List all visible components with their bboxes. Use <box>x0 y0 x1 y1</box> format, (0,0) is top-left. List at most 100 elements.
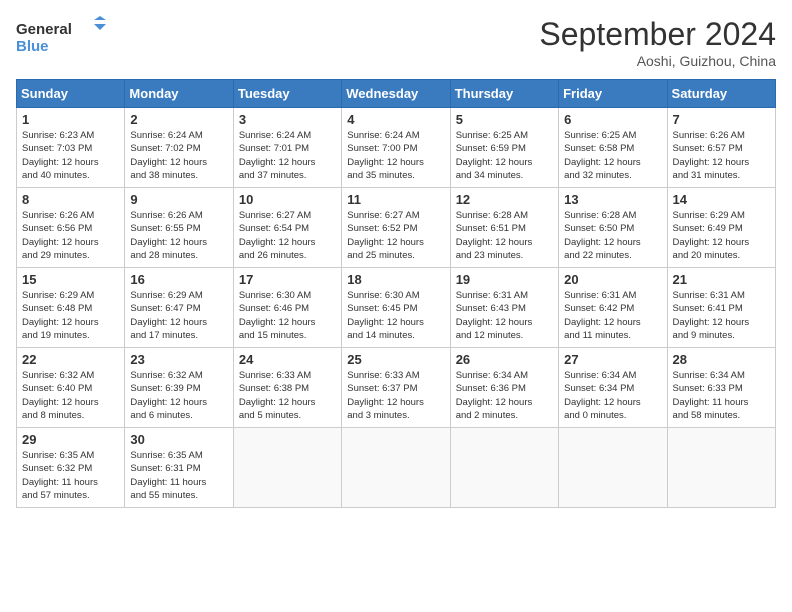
day-info: Sunrise: 6:25 AMSunset: 6:58 PMDaylight:… <box>564 129 661 182</box>
day-cell: 5 Sunrise: 6:25 AMSunset: 6:59 PMDayligh… <box>450 108 558 188</box>
col-header-monday: Monday <box>125 80 233 108</box>
day-info: Sunrise: 6:28 AMSunset: 6:51 PMDaylight:… <box>456 209 553 262</box>
day-number: 15 <box>22 272 119 287</box>
day-cell: 26 Sunrise: 6:34 AMSunset: 6:36 PMDaylig… <box>450 348 558 428</box>
day-number: 7 <box>673 112 770 127</box>
day-number: 5 <box>456 112 553 127</box>
day-cell: 1 Sunrise: 6:23 AMSunset: 7:03 PMDayligh… <box>17 108 125 188</box>
day-info: Sunrise: 6:29 AMSunset: 6:47 PMDaylight:… <box>130 289 227 342</box>
day-number: 2 <box>130 112 227 127</box>
day-info: Sunrise: 6:23 AMSunset: 7:03 PMDaylight:… <box>22 129 119 182</box>
day-number: 29 <box>22 432 119 447</box>
day-cell <box>559 428 667 508</box>
day-cell: 2 Sunrise: 6:24 AMSunset: 7:02 PMDayligh… <box>125 108 233 188</box>
day-info: Sunrise: 6:25 AMSunset: 6:59 PMDaylight:… <box>456 129 553 182</box>
logo: General Blue <box>16 16 106 58</box>
day-number: 22 <box>22 352 119 367</box>
day-cell: 20 Sunrise: 6:31 AMSunset: 6:42 PMDaylig… <box>559 268 667 348</box>
day-info: Sunrise: 6:30 AMSunset: 6:46 PMDaylight:… <box>239 289 336 342</box>
day-info: Sunrise: 6:26 AMSunset: 6:57 PMDaylight:… <box>673 129 770 182</box>
day-number: 26 <box>456 352 553 367</box>
day-cell: 21 Sunrise: 6:31 AMSunset: 6:41 PMDaylig… <box>667 268 775 348</box>
day-number: 28 <box>673 352 770 367</box>
page-header: General Blue September 2024 Aoshi, Guizh… <box>16 16 776 69</box>
day-number: 4 <box>347 112 444 127</box>
day-cell <box>342 428 450 508</box>
week-row-4: 22 Sunrise: 6:32 AMSunset: 6:40 PMDaylig… <box>17 348 776 428</box>
day-cell <box>450 428 558 508</box>
calendar-table: SundayMondayTuesdayWednesdayThursdayFrid… <box>16 79 776 508</box>
day-number: 21 <box>673 272 770 287</box>
day-cell: 11 Sunrise: 6:27 AMSunset: 6:52 PMDaylig… <box>342 188 450 268</box>
day-number: 27 <box>564 352 661 367</box>
day-cell: 13 Sunrise: 6:28 AMSunset: 6:50 PMDaylig… <box>559 188 667 268</box>
day-info: Sunrise: 6:35 AMSunset: 6:32 PMDaylight:… <box>22 449 119 502</box>
day-cell: 23 Sunrise: 6:32 AMSunset: 6:39 PMDaylig… <box>125 348 233 428</box>
day-cell: 19 Sunrise: 6:31 AMSunset: 6:43 PMDaylig… <box>450 268 558 348</box>
day-number: 3 <box>239 112 336 127</box>
day-info: Sunrise: 6:32 AMSunset: 6:39 PMDaylight:… <box>130 369 227 422</box>
svg-text:General: General <box>16 21 72 38</box>
day-cell: 24 Sunrise: 6:33 AMSunset: 6:38 PMDaylig… <box>233 348 341 428</box>
day-number: 13 <box>564 192 661 207</box>
col-header-wednesday: Wednesday <box>342 80 450 108</box>
day-info: Sunrise: 6:31 AMSunset: 6:42 PMDaylight:… <box>564 289 661 342</box>
day-info: Sunrise: 6:28 AMSunset: 6:50 PMDaylight:… <box>564 209 661 262</box>
day-number: 23 <box>130 352 227 367</box>
day-number: 18 <box>347 272 444 287</box>
day-info: Sunrise: 6:24 AMSunset: 7:01 PMDaylight:… <box>239 129 336 182</box>
day-number: 14 <box>673 192 770 207</box>
day-number: 11 <box>347 192 444 207</box>
day-number: 16 <box>130 272 227 287</box>
day-info: Sunrise: 6:24 AMSunset: 7:02 PMDaylight:… <box>130 129 227 182</box>
day-cell: 17 Sunrise: 6:30 AMSunset: 6:46 PMDaylig… <box>233 268 341 348</box>
day-number: 9 <box>130 192 227 207</box>
col-header-sunday: Sunday <box>17 80 125 108</box>
day-cell <box>667 428 775 508</box>
col-header-tuesday: Tuesday <box>233 80 341 108</box>
week-row-2: 8 Sunrise: 6:26 AMSunset: 6:56 PMDayligh… <box>17 188 776 268</box>
day-cell: 7 Sunrise: 6:26 AMSunset: 6:57 PMDayligh… <box>667 108 775 188</box>
day-info: Sunrise: 6:29 AMSunset: 6:49 PMDaylight:… <box>673 209 770 262</box>
day-info: Sunrise: 6:34 AMSunset: 6:33 PMDaylight:… <box>673 369 770 422</box>
day-info: Sunrise: 6:33 AMSunset: 6:37 PMDaylight:… <box>347 369 444 422</box>
day-number: 20 <box>564 272 661 287</box>
day-cell: 16 Sunrise: 6:29 AMSunset: 6:47 PMDaylig… <box>125 268 233 348</box>
title-block: September 2024 Aoshi, Guizhou, China <box>539 16 776 69</box>
svg-text:Blue: Blue <box>16 38 49 55</box>
day-info: Sunrise: 6:27 AMSunset: 6:54 PMDaylight:… <box>239 209 336 262</box>
day-cell: 6 Sunrise: 6:25 AMSunset: 6:58 PMDayligh… <box>559 108 667 188</box>
day-cell: 25 Sunrise: 6:33 AMSunset: 6:37 PMDaylig… <box>342 348 450 428</box>
day-info: Sunrise: 6:27 AMSunset: 6:52 PMDaylight:… <box>347 209 444 262</box>
day-info: Sunrise: 6:26 AMSunset: 6:55 PMDaylight:… <box>130 209 227 262</box>
day-cell: 29 Sunrise: 6:35 AMSunset: 6:32 PMDaylig… <box>17 428 125 508</box>
day-cell: 9 Sunrise: 6:26 AMSunset: 6:55 PMDayligh… <box>125 188 233 268</box>
day-cell <box>233 428 341 508</box>
day-cell: 27 Sunrise: 6:34 AMSunset: 6:34 PMDaylig… <box>559 348 667 428</box>
day-cell: 12 Sunrise: 6:28 AMSunset: 6:51 PMDaylig… <box>450 188 558 268</box>
day-info: Sunrise: 6:24 AMSunset: 7:00 PMDaylight:… <box>347 129 444 182</box>
day-number: 24 <box>239 352 336 367</box>
day-cell: 10 Sunrise: 6:27 AMSunset: 6:54 PMDaylig… <box>233 188 341 268</box>
week-row-5: 29 Sunrise: 6:35 AMSunset: 6:32 PMDaylig… <box>17 428 776 508</box>
logo-svg: General Blue <box>16 16 106 58</box>
day-number: 30 <box>130 432 227 447</box>
day-info: Sunrise: 6:30 AMSunset: 6:45 PMDaylight:… <box>347 289 444 342</box>
day-cell: 4 Sunrise: 6:24 AMSunset: 7:00 PMDayligh… <box>342 108 450 188</box>
month-title: September 2024 <box>539 16 776 53</box>
day-cell: 22 Sunrise: 6:32 AMSunset: 6:40 PMDaylig… <box>17 348 125 428</box>
day-cell: 14 Sunrise: 6:29 AMSunset: 6:49 PMDaylig… <box>667 188 775 268</box>
day-number: 25 <box>347 352 444 367</box>
day-number: 8 <box>22 192 119 207</box>
day-number: 19 <box>456 272 553 287</box>
day-info: Sunrise: 6:32 AMSunset: 6:40 PMDaylight:… <box>22 369 119 422</box>
day-number: 6 <box>564 112 661 127</box>
day-number: 1 <box>22 112 119 127</box>
day-info: Sunrise: 6:33 AMSunset: 6:38 PMDaylight:… <box>239 369 336 422</box>
week-row-3: 15 Sunrise: 6:29 AMSunset: 6:48 PMDaylig… <box>17 268 776 348</box>
day-info: Sunrise: 6:34 AMSunset: 6:34 PMDaylight:… <box>564 369 661 422</box>
day-number: 10 <box>239 192 336 207</box>
day-cell: 15 Sunrise: 6:29 AMSunset: 6:48 PMDaylig… <box>17 268 125 348</box>
day-info: Sunrise: 6:31 AMSunset: 6:43 PMDaylight:… <box>456 289 553 342</box>
day-cell: 30 Sunrise: 6:35 AMSunset: 6:31 PMDaylig… <box>125 428 233 508</box>
